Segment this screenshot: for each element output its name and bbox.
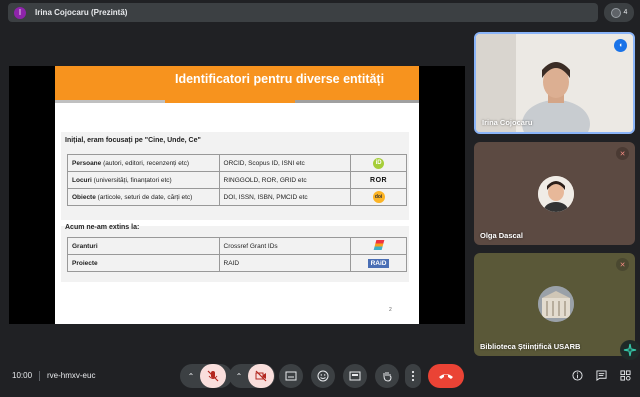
table-cell: Persoane (autori, editori, recenzenți et… [67, 154, 220, 172]
meeting-toolbar: 10:00 rve-hmxv-euc ⌃ ⌃ [0, 360, 640, 397]
participants-chip[interactable]: 4 [604, 3, 634, 22]
slide-divider [55, 100, 165, 103]
avatar [538, 176, 574, 212]
mic-off-icon: ✕ [616, 258, 629, 271]
table-cell: doi [350, 188, 407, 206]
chat-icon [596, 370, 607, 381]
table-row: Persoane (autori, editori, recenzenți et… [67, 154, 407, 172]
camera-off-icon [255, 370, 267, 382]
table-cell: ORCID, Scopus ID, ISNI etc [218, 154, 352, 172]
meeting-code: rve-hmxv-euc [47, 371, 96, 380]
more-vert-icon [411, 370, 415, 382]
table-row: Obiecte (articole, seturi de date, cărți… [67, 188, 407, 206]
table-cell: Granturi [67, 237, 220, 255]
crossref-icon [373, 240, 384, 250]
mic-off-icon: ✕ [616, 147, 629, 160]
mic-off-button[interactable] [200, 364, 226, 388]
slide-divider [165, 100, 295, 103]
slide-page-number: 2 [389, 307, 392, 313]
chat-button[interactable] [596, 370, 607, 384]
participant-avatar-icon [610, 7, 621, 18]
table-row: Granturi Crossref Grant IDs [67, 237, 407, 255]
participant-name: Olga Dascal [480, 231, 523, 240]
table-cell: iD [350, 154, 407, 172]
participant-tile-irina[interactable]: ◖ Irina Cojocaru [474, 32, 635, 134]
section-title: Inițial, eram focusați pe "Cine, Unde, C… [65, 137, 201, 144]
table-cell: RINGGOLD, ROR, GRID etc [218, 171, 352, 189]
chevron-up-icon[interactable]: ⌃ [231, 369, 247, 383]
doi-icon: doi [372, 191, 385, 203]
slide-header: Identificatori pentru diverse entități [55, 66, 419, 100]
meeting-info-button[interactable] [572, 370, 583, 384]
info-icon [572, 370, 583, 381]
participants-count: 4 [623, 9, 628, 16]
table-cell: Obiecte (articole, seturi de date, cărți… [67, 188, 220, 206]
table-cell: RAID [218, 254, 352, 272]
spark-icon [623, 343, 637, 357]
participant-name: Biblioteca Științifică USARB [480, 342, 581, 351]
activities-button[interactable] [620, 370, 631, 384]
captions-icon [285, 371, 297, 381]
presenter-avatar: I [14, 6, 26, 19]
camera-off-button[interactable] [248, 364, 274, 388]
raise-hand-button[interactable] [375, 364, 399, 388]
identifiers-table: Persoane (autori, editori, recenzenți et… [67, 154, 407, 206]
leave-call-button[interactable] [428, 364, 464, 388]
raid-icon: RAiD [367, 258, 390, 268]
mic-off-icon [207, 370, 219, 382]
table-cell: ROR [350, 171, 407, 189]
hand-icon [383, 372, 392, 382]
activities-icon [620, 370, 631, 381]
captions-button[interactable] [279, 364, 303, 388]
table-row: Proiecte RAID RAiD [67, 254, 407, 272]
table-cell: DOI, ISSN, ISBN, PMCID etc [218, 188, 352, 206]
speaking-indicator-icon: ◖ [614, 39, 627, 52]
divider [39, 371, 40, 381]
ror-icon: ROR [370, 176, 388, 184]
present-screen-icon [349, 371, 361, 381]
participant-tile-biblioteca[interactable]: ✕ Biblioteca Științifică USARB [474, 253, 635, 356]
participant-tile-olga[interactable]: ✕ Olga Dascal [474, 142, 635, 245]
assistant-button[interactable] [620, 340, 640, 360]
section-title: Acum ne-am extins la: [65, 224, 140, 231]
more-options-button[interactable] [405, 364, 421, 388]
table-cell: Crossref Grant IDs [218, 237, 352, 255]
present-button[interactable] [343, 364, 367, 388]
table-cell: Proiecte [67, 254, 220, 272]
presenter-bar: I Irina Cojocaru (Prezintă) [8, 3, 598, 22]
slide-title: Identificatori pentru diverse entități [175, 72, 385, 86]
table-cell: RAiD [350, 254, 407, 272]
emoji-icon [317, 370, 329, 382]
table-row: Locuri (universități, finanțatori etc) R… [67, 171, 407, 189]
slide-divider [295, 100, 419, 103]
table-cell [350, 237, 407, 255]
extended-table: Granturi Crossref Grant IDs Proiecte RAI… [67, 237, 407, 272]
orcid-icon: iD [373, 157, 385, 169]
presentation-slide: Identificatori pentru diverse entități I… [55, 66, 419, 324]
participant-name: Irina Cojocaru [482, 118, 533, 127]
avatar [538, 286, 574, 322]
chevron-up-icon[interactable]: ⌃ [182, 369, 200, 383]
hang-up-icon [439, 374, 453, 379]
meeting-clock: 10:00 [12, 371, 33, 380]
table-cell: Locuri (universități, finanțatori etc) [67, 171, 220, 189]
emoji-button[interactable] [311, 364, 335, 388]
presenter-label: Irina Cojocaru (Prezintă) [35, 8, 128, 17]
